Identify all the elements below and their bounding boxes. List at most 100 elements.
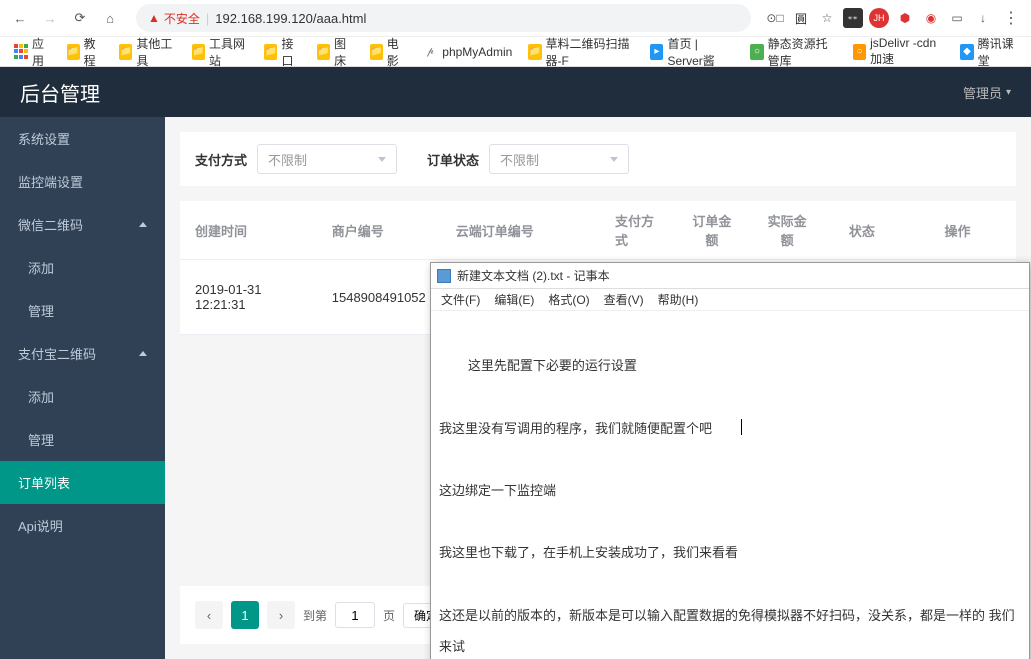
bookmark-label: 应用 [32,35,51,69]
bookmark-item[interactable]: ○jsDelivr -cdn加速 [847,34,951,69]
sidebar-item-api[interactable]: Api说明 [0,504,165,547]
admin-title: 后台管理 [20,78,100,107]
sidebar-item-alipay-add[interactable]: 添加 [0,375,165,418]
bookmark-item[interactable]: 📁工具网站 [186,33,255,71]
bookmark-label: 接口 [281,35,301,69]
bookmark-apps[interactable]: 应用 [8,33,57,71]
admin-header: 后台管理 管理员 ▾ [0,67,1031,117]
th-actual: 实际金额 [749,201,824,260]
th-order-no: 云端订单编号 [441,201,600,260]
ext-icon-5[interactable]: ◉ [921,8,941,28]
notepad-titlebar[interactable]: 新建文本文档 (2).txt - 记事本 [431,263,1029,289]
filter-order-status: 订单状态 不限制 [427,144,629,174]
page-prev[interactable]: ‹ [195,601,223,629]
select-order-status[interactable]: 不限制 [489,144,629,174]
sidebar-item-wechat-add[interactable]: 添加 [0,246,165,289]
page-input[interactable] [335,602,375,628]
bookmark-item[interactable]: 📁其他工具 [113,33,182,71]
chevron-up-icon [139,351,147,356]
site-icon: ▸ [650,44,663,60]
th-status: 状态 [825,201,899,260]
user-label: 管理员 [963,83,1002,102]
bookmark-item[interactable]: 📁教程 [61,33,110,71]
folder-icon: 📁 [317,44,330,60]
folder-icon: 📁 [370,44,383,60]
bookmarks-bar: 应用 📁教程 📁其他工具 📁工具网站 📁接口 📁图床 📁电影 𝓅phpMyAdm… [0,36,1031,66]
warning-icon: ▲ [148,11,160,25]
cell-merchant: 1548908491052 [317,260,441,335]
ext-icon-1[interactable]: 圓 [791,8,811,28]
security-warning: ▲ 不安全 [148,10,200,27]
select-pay-method[interactable]: 不限制 [257,144,397,174]
nav-back[interactable]: ← [8,6,32,30]
chevron-down-icon: ▾ [1006,87,1011,98]
sidebar-item-monitor[interactable]: 监控端设置 [0,160,165,203]
sidebar-item-system[interactable]: 系统设置 [0,117,165,160]
url-bar[interactable]: ▲ 不安全 | 192.168.199.120/aaa.html [136,4,751,32]
folder-icon: 📁 [264,44,277,60]
filter-pay-method: 支付方式 不限制 [195,144,397,174]
notepad-window[interactable]: 新建文本文档 (2).txt - 记事本 文件(F) 编辑(E) 格式(O) 查… [430,262,1030,659]
menu-format[interactable]: 格式(O) [542,289,595,310]
bookmark-item[interactable]: 𝓅phpMyAdmin [416,42,518,62]
browser-chrome: ← → ⟳ ⌂ ▲ 不安全 | 192.168.199.120/aaa.html… [0,0,1031,67]
sidebar-item-wechat-manage[interactable]: 管理 [0,289,165,332]
menu-help[interactable]: 帮助(H) [652,289,705,310]
menu-view[interactable]: 查看(V) [598,289,650,310]
apps-icon [14,44,28,60]
ext-icon-4[interactable]: ⬢ [895,8,915,28]
bookmark-item[interactable]: 📁接口 [258,33,307,71]
select-value: 不限制 [268,150,307,169]
ext-icon-7[interactable]: ↓ [973,8,993,28]
nav-forward[interactable]: → [38,6,62,30]
nav-reload[interactable]: ⟳ [68,6,92,30]
site-icon: ○ [750,44,763,60]
table-header-row: 创建时间 商户编号 云端订单编号 支付方式 订单金额 实际金额 状态 操作 [180,201,1016,260]
folder-icon: 📁 [192,44,205,60]
chevron-down-icon [610,157,618,162]
notepad-content[interactable]: 这里先配置下必要的运行设置 我这里没有写调用的程序，我们就随便配置个吧 这边绑定… [431,311,1029,659]
sidebar: 系统设置 监控端设置 微信二维码 添加 管理 支付宝二维码 添加 管理 订单列表… [0,117,165,659]
ext-star-icon[interactable]: ☆ [817,8,837,28]
browser-menu-icon[interactable]: ⋮ [999,8,1023,28]
url-text: 192.168.199.120/aaa.html [215,11,366,26]
page-next[interactable]: › [267,601,295,629]
bookmark-item[interactable]: 📁电影 [364,33,413,71]
th-merchant: 商户编号 [317,201,441,260]
site-icon: ◆ [960,44,973,60]
ext-icon-3[interactable]: JH [869,8,889,28]
bookmark-label: 工具网站 [209,35,248,69]
notepad-title-text: 新建文本文档 (2).txt - 记事本 [457,267,610,284]
admin-user-menu[interactable]: 管理员 ▾ [963,83,1011,102]
th-actions: 操作 [899,201,1016,260]
filter-label: 订单状态 [427,150,479,169]
bookmark-label: 首页 | Server酱 [667,35,734,69]
warning-text: 不安全 [164,10,200,27]
page-number[interactable]: 1 [231,601,259,629]
nav-home[interactable]: ⌂ [98,6,122,30]
bookmark-item[interactable]: ◆腾讯课堂 [954,33,1023,71]
text-cursor [741,419,742,435]
folder-icon: 📁 [528,44,541,60]
bookmark-item[interactable]: ▸首页 | Server酱 [644,33,740,71]
bookmark-label: 静态资源托管库 [768,35,837,69]
chevron-up-icon [139,222,147,227]
browser-toolbar: ← → ⟳ ⌂ ▲ 不安全 | 192.168.199.120/aaa.html… [0,0,1031,36]
sidebar-item-alipay-manage[interactable]: 管理 [0,418,165,461]
cell-created: 2019-01-31 12:21:31 [180,260,317,335]
sidebar-item-orders[interactable]: 订单列表 [0,461,165,504]
chevron-down-icon [378,157,386,162]
menu-edit[interactable]: 编辑(E) [488,289,540,310]
bookmark-item[interactable]: ○ 静态资源托管库 [744,33,843,71]
ext-icon-2[interactable]: 👓 [843,8,863,28]
sidebar-section-alipay[interactable]: 支付宝二维码 [0,332,165,375]
goto-label: 到第 [303,607,327,624]
ext-icon-6[interactable]: ▭ [947,8,967,28]
bookmark-item[interactable]: 📁图床 [311,33,360,71]
sidebar-section-wechat[interactable]: 微信二维码 [0,203,165,246]
menu-file[interactable]: 文件(F) [435,289,486,310]
bookmark-label: 电影 [387,35,407,69]
ext-key-icon[interactable]: ⊙□ [765,8,785,28]
bookmark-item[interactable]: 📁草料二维码扫描器-F [522,33,640,71]
bookmark-label: jsDelivr -cdn加速 [870,36,944,67]
